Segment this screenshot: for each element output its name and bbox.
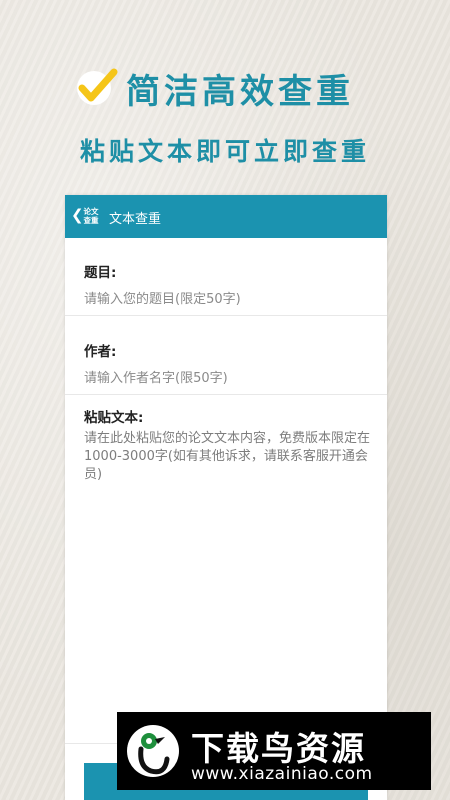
title-label: 题目: [84, 265, 117, 281]
promo-subheadline: 粘贴文本即可立即查重 [79, 137, 370, 166]
app-screen: ❮ 论文 查重 文本查重 题目: 作者: 粘贴文本: 开始查重 [65, 195, 387, 800]
app-logo: 论文 查重 [83, 207, 99, 225]
watermark-url: www.xiazainiao.com [191, 764, 373, 784]
page-title: 文本查重 [109, 212, 162, 227]
divider [65, 315, 387, 316]
watermark-banner: 下载鸟资源 www.xiazainiao.com [117, 712, 431, 790]
bird-logo-icon [127, 725, 179, 777]
text-label: 粘贴文本: [84, 410, 144, 426]
app-logo-line1: 论文 [83, 207, 99, 216]
checkmark-badge-icon [77, 68, 118, 105]
watermark-title: 下载鸟资源 [191, 729, 366, 768]
app-bar: ❮ 论文 查重 文本查重 [65, 195, 387, 238]
app-logo-line2: 查重 [83, 216, 99, 225]
promo-banner: 简洁高效查重 粘贴文本即可立即查重 [0, 0, 450, 190]
divider [65, 394, 387, 395]
paste-text-area[interactable] [84, 430, 374, 740]
author-input[interactable] [84, 369, 374, 387]
title-input[interactable] [84, 290, 374, 308]
promo-headline: 简洁高效查重 [126, 72, 354, 112]
chevron-left-icon[interactable]: ❮ [71, 206, 84, 224]
author-label: 作者: [84, 344, 117, 360]
